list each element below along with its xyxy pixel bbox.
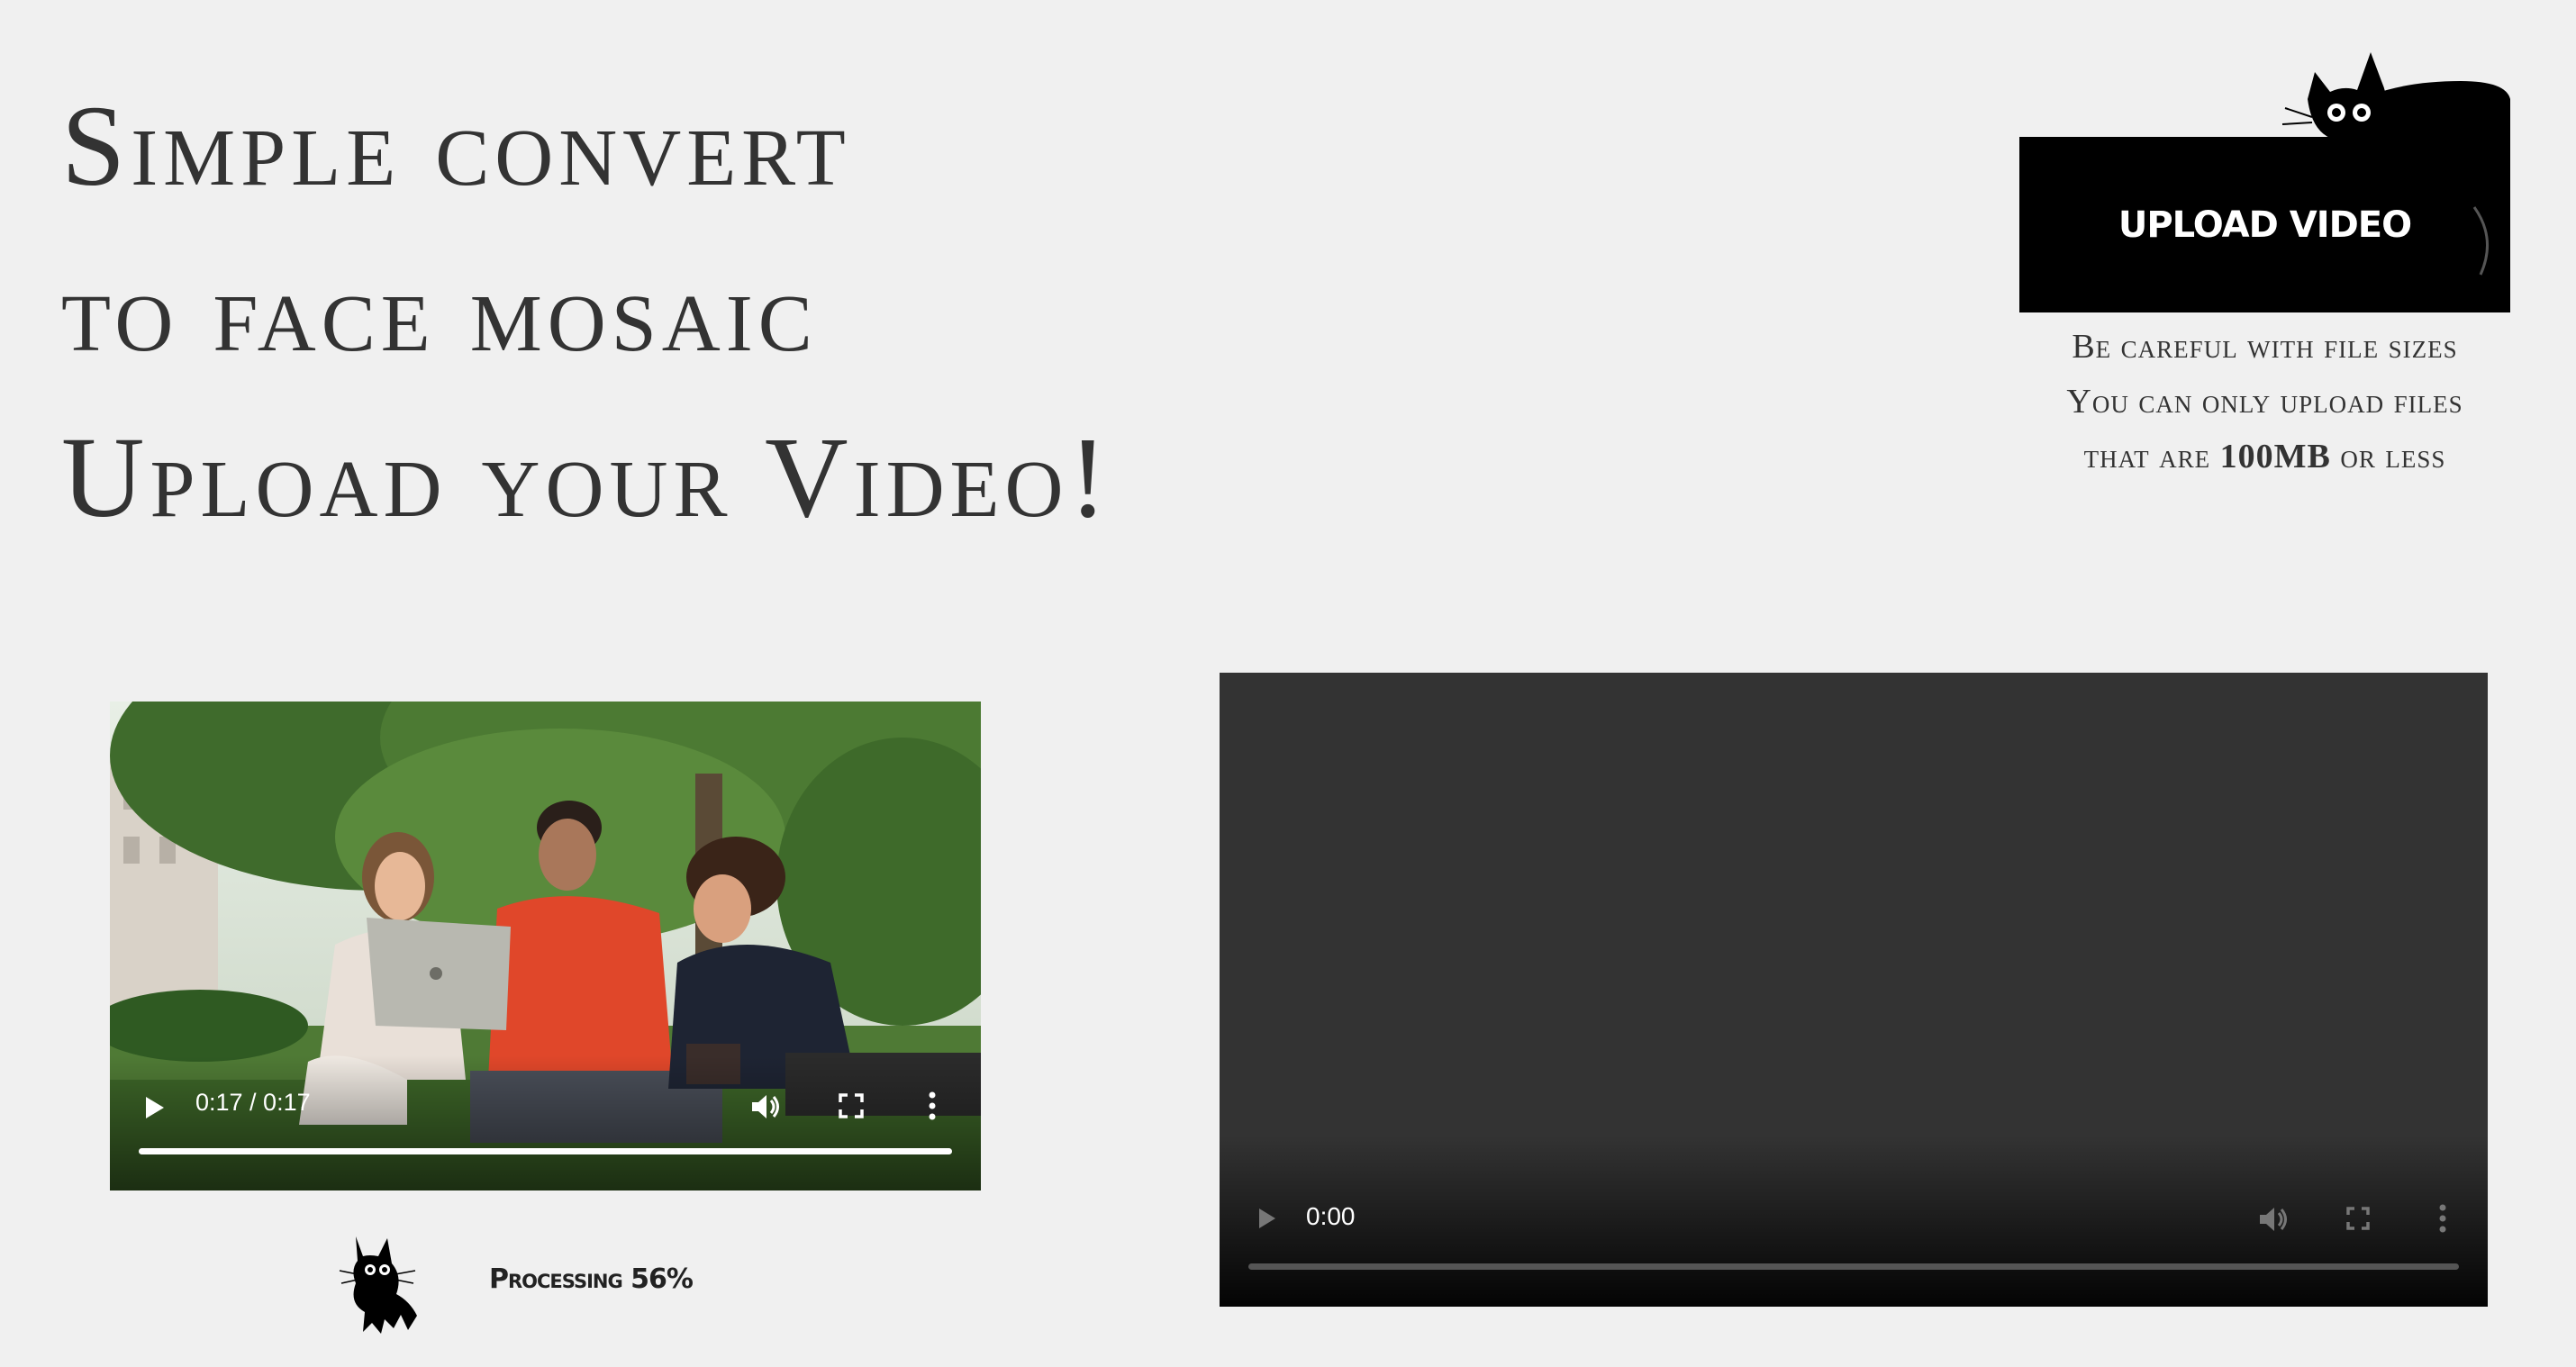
output-video-time: 0:00 [1306, 1202, 1356, 1230]
note-line-3: that are 100MB or less [2083, 438, 2446, 475]
play-icon[interactable] [1257, 1207, 1277, 1230]
headline-line-3: Upload your Video! [61, 413, 1113, 541]
source-video-progress-fill [139, 1148, 952, 1154]
source-video-player[interactable]: 0:17 / 0:17 [110, 702, 981, 1190]
note-line-1: Be careful with file sizes [2072, 328, 2458, 366]
source-video-time: 0:17 / 0:17 [195, 1089, 311, 1116]
play-icon[interactable] [144, 1095, 166, 1120]
headline: Simple convert to face mosaic Upload you… [61, 63, 1112, 560]
processing-label: Processing 56% [489, 1263, 694, 1295]
note-line-2: You can only upload files [2066, 383, 2463, 421]
size-limit: 100MB [2219, 438, 2331, 475]
processing-status: Processing 56% [338, 1229, 743, 1337]
source-video-controls [110, 1055, 981, 1190]
source-video-progress-bar[interactable] [139, 1148, 952, 1154]
volume-icon[interactable] [2257, 1203, 2290, 1236]
volume-icon[interactable] [749, 1091, 782, 1123]
more-options-icon[interactable] [2438, 1204, 2447, 1233]
output-video-controls [1220, 1136, 2488, 1307]
fullscreen-icon[interactable] [838, 1092, 865, 1119]
fullscreen-icon[interactable] [2345, 1206, 2371, 1231]
headline-line-1: Simple convert [61, 82, 851, 210]
headline-line-2: to face mosaic [61, 248, 818, 376]
output-video-progress-bar[interactable] [1248, 1263, 2459, 1270]
cat-walking-icon [339, 1236, 417, 1334]
upload-video-label: UPLOAD VIDEO [2118, 204, 2412, 246]
output-video-player[interactable]: 0:00 [1220, 673, 2488, 1307]
upload-notes: Be careful with file sizes You can only … [2019, 320, 2510, 484]
more-options-icon[interactable] [928, 1091, 937, 1121]
upload-video-button[interactable]: UPLOAD VIDEO [2019, 137, 2510, 312]
